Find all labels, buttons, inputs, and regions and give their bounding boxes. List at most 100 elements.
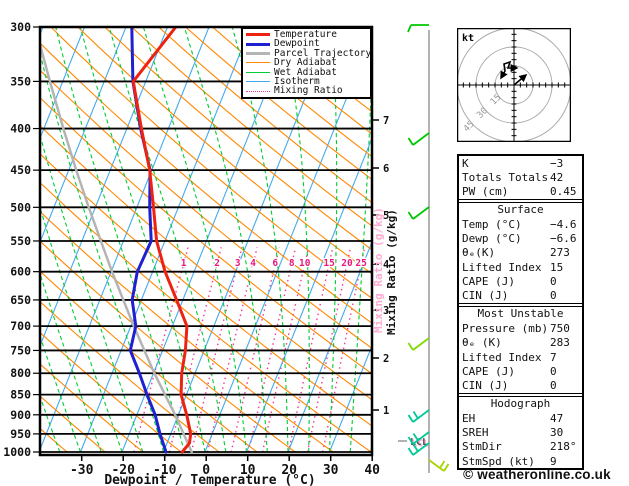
table-row-value: 42 xyxy=(550,170,564,184)
table-row-label: CIN (J) xyxy=(462,289,509,303)
legend-line-sample-icon xyxy=(246,51,270,55)
legend-line-sample-icon xyxy=(246,42,270,46)
mixing-ratio-value-label: 4 xyxy=(250,258,256,269)
table-row: Pressure (mb) 750 xyxy=(459,321,582,335)
copyright-footer: © weatheronline.co.uk xyxy=(463,467,611,482)
pressure-tick-label: 400 xyxy=(10,122,31,136)
table-row-label: SREH xyxy=(462,425,489,439)
mixing-ratio-value-label: 8 xyxy=(289,258,295,269)
table-section-title: Surface xyxy=(497,202,544,216)
mixing-ratio-value-label: 2 xyxy=(214,258,220,269)
table-row: θₑ (K) 283 xyxy=(459,336,582,350)
table-row-value: 30 xyxy=(550,425,564,439)
km-tick-label: 1 xyxy=(383,405,389,417)
table-row: CIN (J) 0 xyxy=(459,378,582,392)
legend-item: Mixing Ratio xyxy=(246,85,370,97)
legend-line-sample-icon xyxy=(246,81,270,83)
mixing-ratio-axis-label: Mixing Ratio (g/kg) xyxy=(385,209,398,335)
legend-line-sample-icon xyxy=(246,71,270,73)
table-row-value: 47 xyxy=(550,411,564,425)
pressure-tick-label: 900 xyxy=(10,408,31,422)
table-section: Most Unstable Pressure (mb) 750 θₑ (K) 283 Li… xyxy=(459,302,582,393)
table-row: Totals Totals 42 xyxy=(459,170,582,184)
table-row-value: 7 xyxy=(550,350,557,364)
table-row-label: Lifted Index xyxy=(462,260,542,274)
temp-tick-label: 40 xyxy=(364,463,380,478)
mixing-ratio-axis-label-shadow: Mixing Ratio (g/kg) xyxy=(372,207,385,333)
table-row-value: 15 xyxy=(550,260,564,274)
table-row-label: Lifted Index xyxy=(462,350,542,364)
pressure-tick-label: 300 xyxy=(10,20,31,34)
table-section: Surface Temp (°C) −4.6 Dewp (°C) −6.6 θₑ(K) 27… xyxy=(459,198,582,303)
km-tick-label: 7 xyxy=(383,115,389,127)
table-section: Hodograph EH 47 SREH 30 StmDir 218° StmSpd (kt)… xyxy=(459,392,582,468)
legend-line-sample-icon xyxy=(246,33,270,37)
pressure-tick-label: 650 xyxy=(10,293,31,307)
mixing-ratio-value-label: 1 xyxy=(181,258,187,269)
pressure-tick-label: 1000 xyxy=(3,445,31,459)
table-row-value: 0.45 xyxy=(550,185,577,199)
pressure-tick-label: 350 xyxy=(10,74,31,88)
table-row-label: θₑ (K) xyxy=(462,336,502,350)
pressure-tick-label: 600 xyxy=(10,265,31,279)
pressure-tick-label: 800 xyxy=(10,366,31,380)
table-row: PW (cm) 0.45 xyxy=(459,185,582,199)
x-axis-title: Dewpoint / Temperature (°C) xyxy=(104,473,315,486)
mixing-ratio-value-label: 6 xyxy=(272,258,278,269)
temp-tick-label: -30 xyxy=(70,463,94,478)
table-row-value: 0 xyxy=(550,289,557,303)
mixing-ratio-value-label: 3 xyxy=(235,258,241,269)
table-row-value: 283 xyxy=(550,336,570,350)
table-row-value: 750 xyxy=(550,321,570,335)
table-row-label: CAPE (J) xyxy=(462,275,515,289)
table-row-label: PW (cm) xyxy=(462,185,509,199)
km-tick-label: 2 xyxy=(383,353,389,365)
km-tick-label: 6 xyxy=(383,163,389,175)
pressure-tick-label: 550 xyxy=(10,234,31,248)
table-row: Temp (°C) −4.6 xyxy=(459,217,582,231)
mixing-ratio-value-label: 20 xyxy=(341,258,353,269)
table-row: θₑ(K) 273 xyxy=(459,246,582,260)
table-section-title: Most Unstable xyxy=(477,306,564,320)
table-row: CIN (J) 0 xyxy=(459,289,582,303)
table-row: StmDir 218° xyxy=(459,440,582,454)
table-row: Lifted Index 7 xyxy=(459,350,582,364)
pressure-tick-label: 450 xyxy=(10,163,31,177)
table-row-label: K xyxy=(462,156,469,170)
legend-line-sample-icon xyxy=(246,90,270,92)
mixing-ratio-value-label: 15 xyxy=(323,258,335,269)
table-row: CAPE (J) 0 xyxy=(459,274,582,288)
legend-item-label: Mixing Ratio xyxy=(274,85,343,97)
table-row-label: Totals Totals xyxy=(462,170,549,184)
legend-line-sample-icon xyxy=(246,62,270,64)
mixing-ratio-value-label: 10 xyxy=(299,258,311,269)
table-row-label: StmDir xyxy=(462,440,502,454)
pressure-tick-label: 500 xyxy=(10,200,31,214)
table-row-label: StmSpd (kt) xyxy=(462,454,535,468)
table-row-value: −3 xyxy=(550,156,564,170)
table-row: SREH 30 xyxy=(459,425,582,439)
sounding-page: hPa 53°23'N 7°13'E 3m ASL km ASL 08.01.2… xyxy=(0,0,629,486)
pressure-tick-label: 750 xyxy=(10,343,31,357)
table-row-value: 9 xyxy=(550,454,557,468)
table-row-value: 0 xyxy=(550,275,557,289)
hodograph-plot: 153045kt xyxy=(457,28,571,142)
pressure-tick-label: 950 xyxy=(10,427,31,441)
table-row: CAPE (J) 0 xyxy=(459,364,582,378)
table-row-label: θₑ(K) xyxy=(462,246,496,260)
table-row-label: Dewp (°C) xyxy=(462,232,522,246)
table-row-label: EH xyxy=(462,411,476,425)
hodograph-unit-label: kt xyxy=(462,33,474,44)
pressure-tick-label: 700 xyxy=(10,319,31,333)
hodograph-area: 153045kt xyxy=(457,28,571,142)
table-row-label: Temp (°C) xyxy=(462,217,522,231)
table-row-value: 0 xyxy=(550,379,557,393)
table-row: EH 47 xyxy=(459,411,582,425)
table-section: K −3 Totals Totals 42 PW (cm) 0.45 xyxy=(459,156,582,199)
pressure-tick-label: 850 xyxy=(10,388,31,402)
indices-table: K −3 Totals Totals 42 PW (cm) 0.45 Surface Temp… xyxy=(457,154,584,471)
table-row-value: 0 xyxy=(550,364,557,378)
table-row-label: CIN (J) xyxy=(462,379,509,393)
table-row-value: −6.6 xyxy=(550,232,577,246)
table-section-title: Hodograph xyxy=(490,396,551,410)
